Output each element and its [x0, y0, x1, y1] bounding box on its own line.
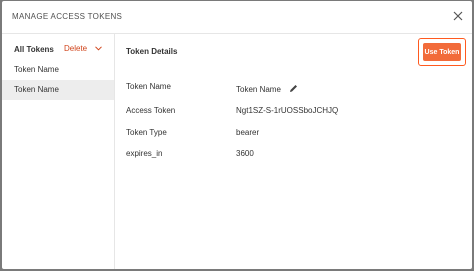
all-tokens-label: All Tokens [14, 45, 54, 54]
token-list-item[interactable]: Token Name [2, 60, 114, 80]
close-icon [453, 11, 463, 21]
modal-title: MANAGE ACCESS TOKENS [12, 12, 123, 21]
field-value-token-name: Token Name [236, 85, 281, 94]
delete-label: Delete [64, 44, 88, 53]
token-list-item-selected[interactable]: Token Name [2, 80, 114, 100]
use-token-highlight: Use Token [418, 38, 466, 66]
field-value-expires-in: 3600 [236, 149, 254, 158]
token-list-item-label: Token Name [14, 85, 59, 94]
token-list-item-label: Token Name [14, 65, 59, 74]
close-button[interactable] [452, 10, 464, 22]
sidebar-header: All Tokens Delete [2, 34, 114, 60]
chevron-down-icon [95, 44, 102, 53]
field-value-access-token: Ngt1SZ-S-1rUOSSboJCHJQ [236, 106, 339, 115]
manage-access-tokens-modal: MANAGE ACCESS TOKENS All Tokens Delete T… [2, 1, 472, 269]
token-details-panel: Token Details Use Token Token Name Token… [115, 34, 472, 269]
modal-body: All Tokens Delete Token Name Token Name … [2, 33, 472, 269]
field-value-token-name-wrap: Token Name [236, 84, 298, 95]
field-label-token-name: Token Name [126, 82, 171, 91]
field-label-access-token: Access Token [126, 106, 176, 115]
tokens-sidebar: All Tokens Delete Token Name Token Name [2, 34, 115, 269]
delete-dropdown-button[interactable]: Delete [64, 44, 102, 53]
use-token-button[interactable]: Use Token [423, 43, 461, 61]
field-label-expires-in: expires_in [126, 149, 163, 158]
pencil-icon[interactable] [289, 84, 298, 95]
field-value-token-type: bearer [236, 128, 260, 137]
token-details-title: Token Details [126, 47, 178, 56]
field-label-token-type: Token Type [126, 128, 167, 137]
modal-header: MANAGE ACCESS TOKENS [2, 1, 472, 31]
